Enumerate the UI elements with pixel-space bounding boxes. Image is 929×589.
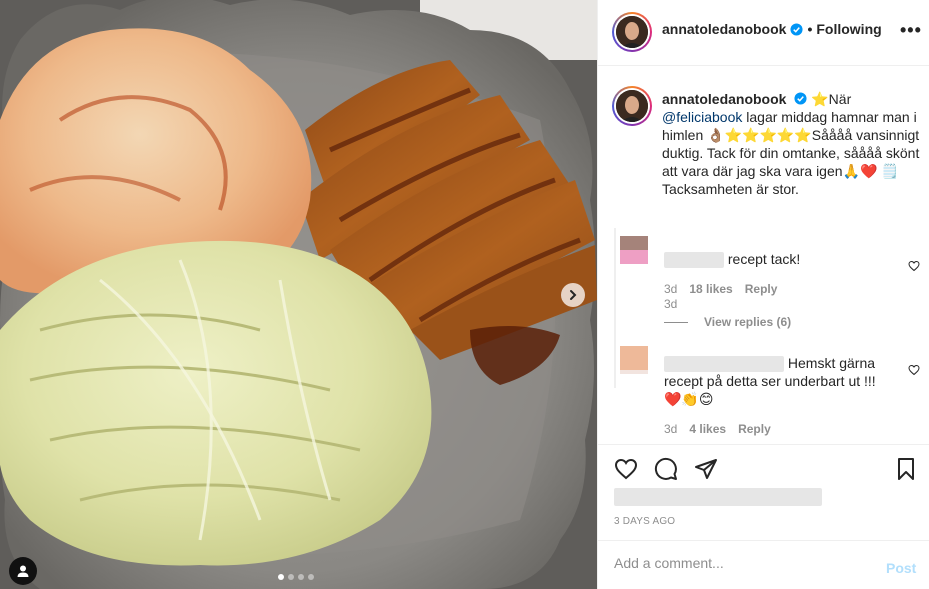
stars-emoji-icon: ⭐⭐⭐⭐⭐ (724, 127, 812, 143)
star-emoji-icon: ⭐ (811, 91, 829, 107)
separator-dot: • (807, 21, 813, 37)
comment-likes[interactable]: 4 likes (689, 422, 726, 436)
carousel-next-button[interactable] (561, 283, 585, 307)
liked-by-blurred[interactable] (614, 488, 822, 507)
blurred-likes (614, 488, 822, 507)
view-replies-button[interactable]: View replies (6) (664, 315, 791, 329)
caption-part: Tacksamheten är stor. (662, 181, 799, 197)
reply-button[interactable]: Reply (745, 282, 778, 296)
carousel-dot (288, 574, 294, 580)
post-date[interactable]: 3 DAYS AGO (614, 516, 675, 527)
food-photo (0, 0, 597, 589)
post-header: annatoledanobook • Following ••• (598, 0, 929, 66)
reply-button[interactable]: Reply (738, 422, 771, 436)
share-paper-plane-icon[interactable] (694, 457, 718, 481)
user-icon (17, 565, 29, 577)
bookmark-icon[interactable] (894, 457, 918, 481)
author-avatar[interactable] (612, 12, 652, 52)
add-comment-bar: Post (598, 540, 929, 589)
avatar-photo (616, 90, 648, 122)
carousel-dot (278, 574, 284, 580)
mention-link[interactable]: @feliciabook (662, 109, 742, 125)
heart-icon[interactable] (908, 364, 920, 376)
comment-meta: 3d 18 likes Reply (664, 282, 777, 296)
caption-timestamp[interactable]: 3d (664, 297, 677, 311)
heart-icon[interactable] (908, 260, 920, 272)
comment-body: recept tack! (727, 251, 801, 267)
comment-text: recept tack! (664, 250, 894, 269)
more-options-icon[interactable]: ••• (900, 20, 922, 41)
caption-username[interactable]: annatoledanobook (662, 91, 786, 107)
ok-hand-emoji-icon: 👌🏽 (707, 127, 725, 143)
caption-part: När (828, 91, 852, 107)
chevron-right-icon (570, 290, 577, 300)
comment-bubble-icon[interactable] (654, 457, 678, 481)
verified-badge-icon (794, 92, 807, 105)
verified-badge-icon (790, 22, 803, 36)
comment-time[interactable]: 3d (664, 422, 677, 436)
commenter-avatar[interactable] (620, 346, 648, 374)
pray-heart-emoji-icon: 🙏❤️ (842, 163, 878, 179)
comment-input[interactable] (614, 555, 874, 571)
blurred-username (664, 252, 724, 269)
carousel-indicator (278, 574, 314, 580)
replies-line (664, 321, 688, 323)
post-button[interactable]: Post (886, 560, 916, 576)
avatar-photo (616, 16, 648, 48)
author-username[interactable]: annatoledanobook (662, 21, 786, 37)
tagged-user-button[interactable] (9, 557, 37, 585)
post-photo[interactable] (0, 0, 597, 589)
following-button[interactable]: Following (816, 21, 881, 37)
comment-meta: 3d 4 likes Reply (664, 422, 771, 436)
comment-likes[interactable]: 18 likes (689, 282, 732, 296)
view-replies-label: View replies (6) (704, 315, 792, 329)
commenter-avatar[interactable] (620, 236, 648, 264)
comment-time[interactable]: 3d (664, 282, 677, 296)
heart-icon[interactable] (614, 457, 638, 481)
carousel-dot (298, 574, 304, 580)
blurred-username (664, 356, 784, 373)
post-details-panel: annatoledanobook • Following ••• annatol… (597, 0, 929, 589)
carousel-dot (308, 574, 314, 580)
list-emoji-icon: 🗒️ (881, 163, 899, 179)
heart-smile-emoji-icon: ❤️👏😊 (664, 391, 714, 408)
comment-text: Hemskt gärna recept på detta ser underba… (664, 354, 894, 408)
caption-avatar[interactable] (612, 86, 652, 126)
comment-thread-line (614, 228, 616, 388)
caption-text: annatoledanobook ⭐När @feliciabook lagar… (662, 90, 924, 198)
